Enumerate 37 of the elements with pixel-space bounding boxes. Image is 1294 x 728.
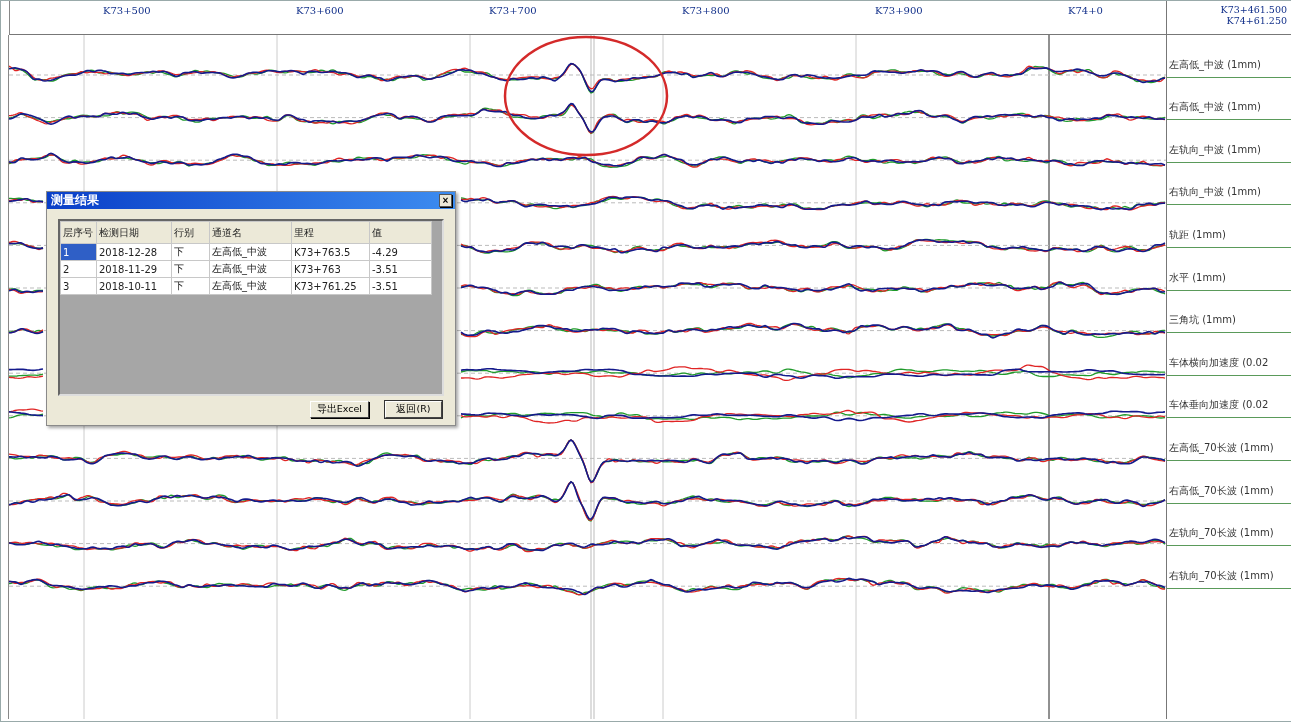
mileage-range-label: K74+61.250 (1226, 15, 1287, 26)
return-button[interactable]: 返回(R) (385, 401, 442, 418)
waveform-drawing (9, 368, 44, 379)
channel-label: 车体垂向加速度 (0.02 (1168, 398, 1269, 413)
close-button[interactable]: × (439, 194, 452, 207)
channel-label: 右轨向_中波 (1mm) (1168, 185, 1261, 200)
mileage-label: K73+800 (681, 4, 731, 18)
waveform-drawing (9, 327, 44, 335)
mileage-range-label: K73+461.500 (1220, 4, 1287, 15)
mileage-label: K74+0 (1067, 4, 1104, 18)
channel-label: 车体横向加速度 (0.02 (1168, 355, 1269, 370)
channel-label: 水平 (1mm) (1168, 270, 1226, 285)
waveform-drawing (9, 240, 44, 251)
column-header[interactable]: 检测日期 (96, 221, 172, 244)
waveform-drawing (9, 288, 44, 295)
channel-label: 轨距 (1mm) (1168, 227, 1226, 242)
mileage-label: K73+600 (295, 4, 345, 18)
column-header[interactable]: 层序号 (60, 221, 97, 244)
channel-label: 三角坑 (1mm) (1168, 313, 1236, 328)
mileage-label: K73+500 (102, 4, 152, 18)
channel-label: 右高低_中波 (1mm) (1168, 100, 1261, 115)
column-header[interactable]: 通道名 (209, 221, 292, 244)
channel-label: 左轨向_中波 (1mm) (1168, 142, 1261, 158)
channel-label: 右轨向_70长波 (1mm) (1168, 568, 1274, 584)
channel-label: 左轨向_70长波 (1mm) (1168, 526, 1274, 541)
waveform-drawing (9, 408, 44, 419)
mileage-label: K73+700 (488, 4, 538, 18)
channel-label: 右高低_70长波 (1mm) (1168, 483, 1274, 499)
export-button[interactable]: 导出Excel (309, 401, 369, 418)
dialog-title: 测量结果 (51, 192, 99, 209)
column-header[interactable]: 值 (369, 221, 432, 244)
column-header[interactable]: 里程 (291, 221, 370, 244)
mileage-label: K73+900 (874, 4, 924, 18)
column-header[interactable]: 行别 (171, 221, 210, 244)
channel-label: 左高低_中波 (1mm) (1168, 57, 1261, 73)
channel-label: 左高低_70长波 (1mm) (1168, 440, 1274, 456)
waveform-drawing (9, 197, 44, 204)
